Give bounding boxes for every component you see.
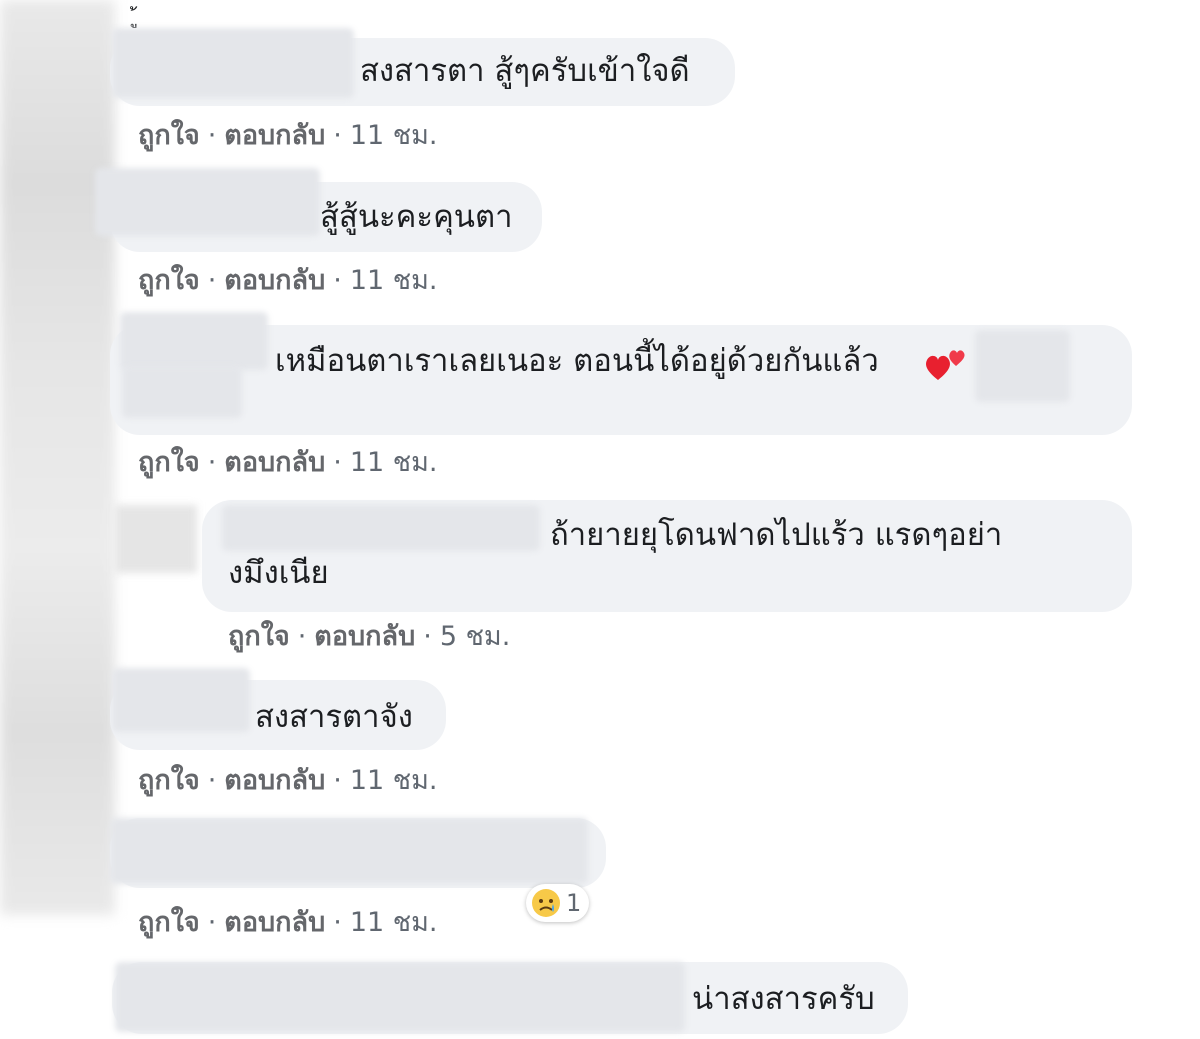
timestamp[interactable]: 11 ชม. — [350, 758, 438, 801]
timestamp[interactable]: 11 ชม. — [350, 258, 438, 301]
comment-actions: ถูกใจ · ตอบกลับ · 11 ชม. — [138, 113, 437, 156]
comment-text: สู้สู้นะคะคุนตา — [320, 199, 513, 235]
two-hearts-emoji-icon — [926, 350, 965, 380]
redacted-author-name — [95, 168, 320, 236]
reaction-badge[interactable]: 1 — [526, 884, 590, 922]
comment-text: สงสารตา สู้ๆครับเข้าใจดี — [360, 53, 690, 89]
like-link[interactable]: ถูกใจ — [138, 113, 200, 156]
comment-actions: ถูกใจ · ตอบกลับ · 5 ชม. — [228, 614, 510, 657]
redacted-author-name — [112, 28, 354, 98]
reply-link[interactable]: ตอบกลับ — [224, 758, 325, 801]
like-link[interactable]: ถูกใจ — [228, 614, 290, 657]
comment-actions: ถูกใจ · ตอบกลับ · 11 ชม. — [138, 258, 437, 301]
like-link[interactable]: ถูกใจ — [138, 758, 200, 801]
sad-face-icon — [532, 889, 560, 917]
blurred-avatar-column — [0, 0, 115, 915]
redacted-comment-content — [110, 818, 588, 884]
reaction-count: 1 — [566, 889, 582, 917]
comment-text-line-2: งมึงเนีย — [228, 555, 329, 591]
redacted-author-name — [120, 312, 268, 370]
reply-link[interactable]: ตอบกลับ — [224, 113, 325, 156]
timestamp[interactable]: 11 ชม. — [350, 113, 438, 156]
timestamp[interactable]: 5 ชม. — [440, 614, 510, 657]
comment-actions: ถูกใจ · ตอบกลับ · 11 ชม. — [138, 758, 437, 801]
comment-actions: ถูกใจ · ตอบกลับ · 11 ชม. — [138, 900, 437, 943]
comment-text: สงสารตาจัง — [255, 699, 413, 735]
timestamp[interactable]: 11 ชม. — [350, 440, 438, 483]
comment-actions: ถูกใจ · ตอบกลับ · 11 ชม. — [138, 440, 437, 483]
reply-link[interactable]: ตอบกลับ — [224, 440, 325, 483]
redacted-author-name — [222, 505, 540, 551]
comment-text: น่าสงสารครับ — [692, 981, 875, 1017]
reply-link[interactable]: ตอบกลับ — [224, 258, 325, 301]
redacted-content — [975, 330, 1070, 402]
comment-text-line-1: ถ้ายายยุโดนฟาดไปแร้ว แรดๆอย่า — [550, 517, 1003, 553]
redacted-author-name — [115, 962, 685, 1032]
like-link[interactable]: ถูกใจ — [138, 900, 200, 943]
like-link[interactable]: ถูกใจ — [138, 258, 200, 301]
reply-avatar — [115, 505, 197, 573]
comment-text: เหมือนตาเราเลยเนอะ ตอนนี้ได้อยู่ด้วยกันแ… — [275, 343, 879, 379]
reply-link[interactable]: ตอบกลับ — [224, 900, 325, 943]
redacted-author-name — [112, 668, 250, 732]
redacted-author-name — [122, 366, 242, 418]
reply-link[interactable]: ตอบกลับ — [314, 614, 415, 657]
like-link[interactable]: ถูกใจ — [138, 440, 200, 483]
timestamp[interactable]: 11 ชม. — [350, 900, 438, 943]
